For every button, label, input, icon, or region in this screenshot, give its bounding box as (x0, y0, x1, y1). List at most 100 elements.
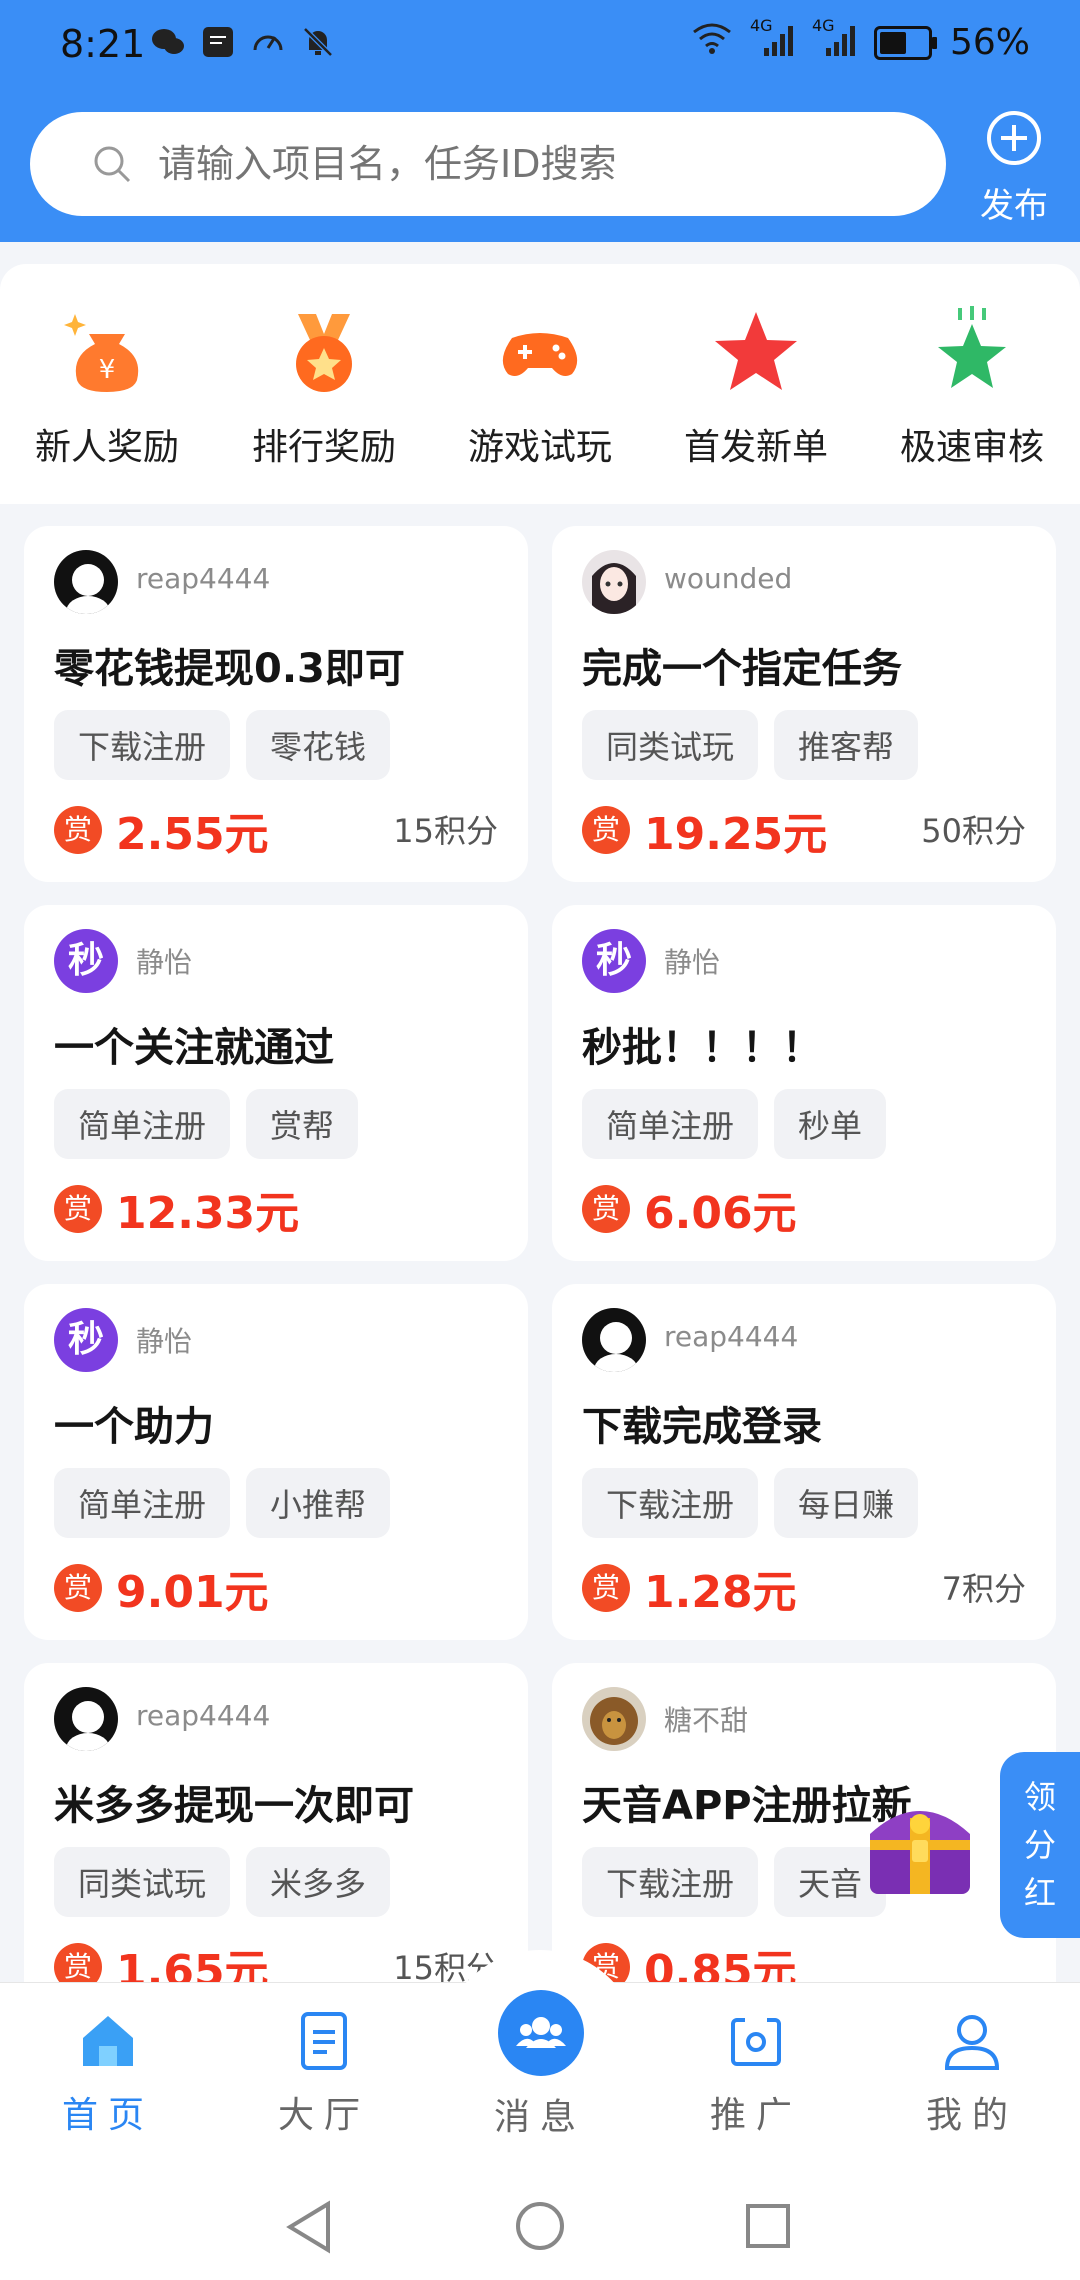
dividend-tab-char: 领 (1023, 1778, 1056, 1816)
tag: 赏帮 (246, 1089, 359, 1159)
reward-amount: 2.55元 (116, 809, 269, 860)
username: reap4444 (136, 1699, 271, 1732)
recents-icon[interactable] (744, 2202, 792, 2250)
nav-label: 大厅 (277, 2095, 370, 2136)
tag-list: 简单注册 秒单 (582, 1089, 887, 1159)
username: reap4444 (136, 562, 271, 595)
task-card[interactable]: wounded 完成一个指定任务 同类试玩 推客帮 赏 19.25元 50积分 (552, 526, 1056, 882)
reward-badge-icon: 赏 (582, 1185, 630, 1233)
wifi-icon (692, 22, 732, 63)
speed-icon (250, 24, 286, 60)
status-right: 4G 4G 56% (692, 16, 1030, 63)
dividend-tab-char: 红 (1023, 1874, 1056, 1912)
reward-amount: 6.06元 (644, 1188, 797, 1239)
svg-text:¥: ¥ (99, 355, 116, 385)
search-icon (94, 146, 131, 183)
username: reap4444 (664, 1320, 799, 1353)
person-icon (944, 2015, 1000, 2070)
tag: 简单注册 (54, 1468, 231, 1538)
tag: 简单注册 (54, 1089, 231, 1159)
points: 15积分 (393, 812, 498, 850)
star-icon (715, 312, 797, 390)
task-card[interactable]: 秒 静怡 一个助力 简单注册 小推帮 赏 9.01元 (24, 1284, 528, 1640)
category-newcomer-reward[interactable]: ¥ 新人奖励 (7, 304, 207, 470)
fast-star-icon (938, 306, 1006, 388)
task-title: 下载完成登录 (582, 1404, 822, 1450)
search-input[interactable] (156, 141, 860, 187)
tag: 推客帮 (774, 710, 919, 780)
message-app-icon (200, 24, 236, 60)
notification-icons (150, 24, 336, 60)
task-card[interactable]: 秒 静怡 秒批！！！！ 简单注册 秒单 赏 6.06元 (552, 905, 1056, 1261)
task-title: 完成一个指定任务 (582, 646, 902, 692)
username: 静怡 (136, 1325, 193, 1358)
promote-icon (731, 2014, 781, 2066)
gamepad-icon (502, 333, 578, 376)
reward-amount: 9.01元 (116, 1567, 269, 1618)
nav-promote[interactable]: 推广 (676, 2010, 836, 2138)
task-title: 秒批！！！！ (582, 1025, 822, 1071)
home-icon (83, 2016, 133, 2066)
task-card[interactable]: reap4444 零花钱提现0.3即可 下载注册 零花钱 赏 2.55元 15积… (24, 526, 528, 882)
tag-list: 同类试玩 推客帮 (582, 710, 919, 780)
tag: 零花钱 (246, 710, 391, 780)
task-card[interactable]: reap4444 下载完成登录 下载注册 每日赚 赏 1.28元 7积分 (552, 1284, 1056, 1640)
reward: 赏 12.33元 (54, 1177, 299, 1241)
back-icon[interactable] (284, 2200, 334, 2254)
publish-button[interactable]: 发布 (964, 110, 1064, 227)
search-bar[interactable] (30, 112, 946, 216)
document-icon (301, 2012, 347, 2070)
plus-circle-icon (987, 111, 1041, 165)
signal-1-icon: 4G (750, 16, 794, 62)
tag: 下载注册 (582, 1847, 759, 1917)
category-first-release[interactable]: 首发新单 (656, 304, 856, 470)
treasure-chest-icon[interactable] (856, 1784, 984, 1904)
group-icon (516, 2017, 566, 2048)
nav-messages[interactable] (498, 1990, 584, 2076)
reward: 赏 9.01元 (54, 1556, 269, 1620)
reward: 赏 19.25元 (582, 798, 827, 862)
reward: 赏 1.28元 (582, 1556, 797, 1620)
home-circle-icon[interactable] (514, 2200, 566, 2252)
category-label: 新人奖励 (34, 427, 179, 468)
publish-label: 发布 (980, 186, 1048, 226)
task-card[interactable]: reap4444 米多多提现一次即可 同类试玩 米多多 赏 1.65元 15积分 (24, 1663, 528, 2019)
nav-label: 首页 (61, 2095, 154, 2136)
category-fast-review[interactable]: 极速审核 (872, 304, 1072, 470)
money-bag-icon: ¥ (64, 314, 139, 392)
category-label: 排行奖励 (251, 427, 396, 468)
reward-badge-icon: 赏 (54, 806, 102, 854)
tag: 简单注册 (582, 1089, 759, 1159)
tag-list: 简单注册 小推帮 (54, 1468, 391, 1538)
username: 静怡 (136, 946, 193, 979)
category-label: 游戏试玩 (467, 427, 612, 468)
status-time: 8:21 (60, 22, 146, 66)
reward-badge-icon: 赏 (54, 1564, 102, 1612)
dividend-tab-char: 分 (1023, 1826, 1056, 1864)
system-nav-bar (0, 2172, 1080, 2280)
avatar (582, 550, 646, 614)
category-game-trial[interactable]: 游戏试玩 (440, 304, 640, 470)
tag: 每日赚 (774, 1468, 919, 1538)
reward-amount: 12.33元 (116, 1188, 300, 1239)
network-2-label: 4G (811, 15, 835, 35)
tag: 米多多 (246, 1847, 391, 1917)
nav-home[interactable]: 首页 (28, 2010, 188, 2138)
avatar (582, 1308, 646, 1372)
network-1-label: 4G (749, 15, 773, 35)
tag-list: 简单注册 赏帮 (54, 1089, 359, 1159)
category-label: 极速审核 (899, 427, 1044, 468)
reward-amount: 1.28元 (644, 1567, 797, 1618)
dividend-tab[interactable]: 领 分 红 (1000, 1752, 1080, 1938)
task-card[interactable]: 秒 静怡 一个关注就通过 简单注册 赏帮 赏 12.33元 (24, 905, 528, 1261)
nav-hall[interactable]: 大厅 (244, 2010, 404, 2138)
category-rank-reward[interactable]: 排行奖励 (224, 304, 424, 470)
tag: 同类试玩 (54, 1847, 231, 1917)
nav-profile[interactable]: 我的 (892, 2010, 1052, 2138)
tag-list: 同类试玩 米多多 (54, 1847, 391, 1917)
avatar (54, 1687, 118, 1751)
category-label: 首发新单 (683, 427, 828, 468)
tag-list: 下载注册 天音 (582, 1847, 887, 1917)
tag: 同类试玩 (582, 710, 759, 780)
reward: 赏 2.55元 (54, 798, 269, 862)
